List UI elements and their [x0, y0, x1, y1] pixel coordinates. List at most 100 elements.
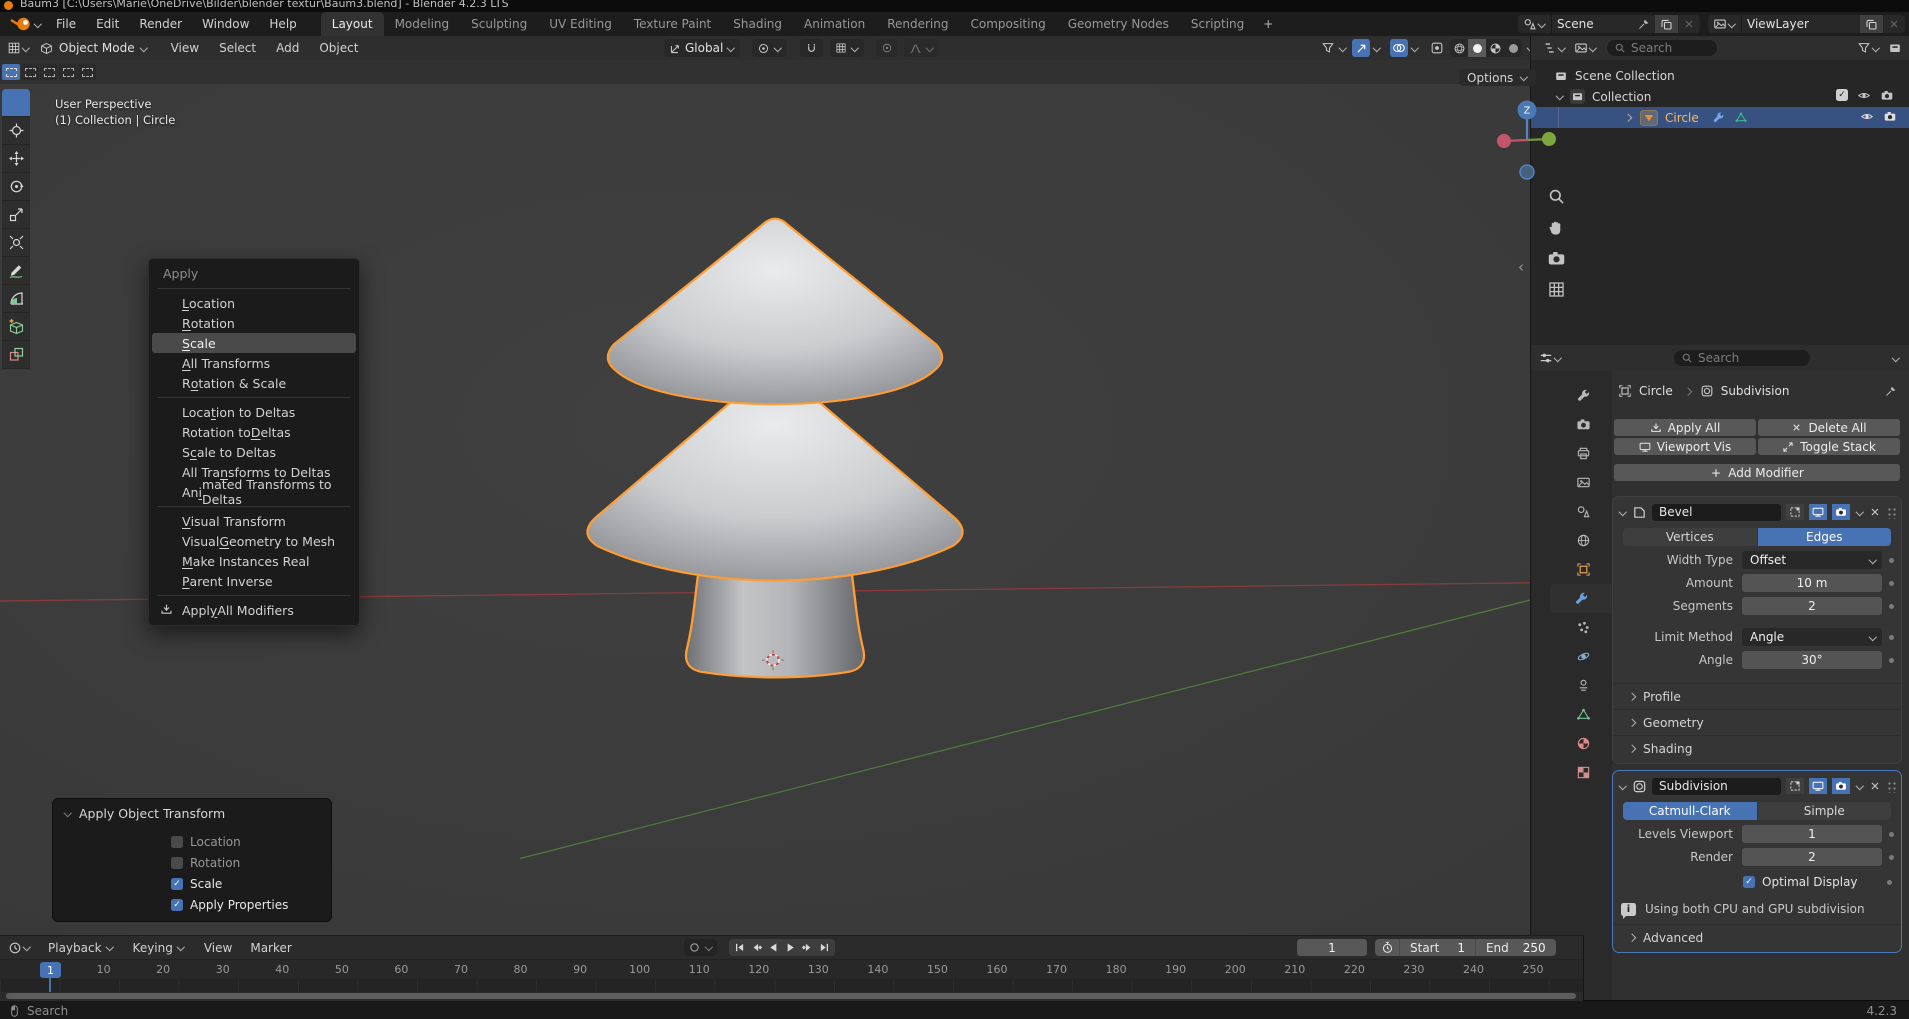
properties-tab-scene[interactable]: [1554, 497, 1612, 526]
timeline-tracks[interactable]: [0, 979, 1583, 992]
new-collection-icon[interactable]: [1888, 41, 1902, 55]
zoom-icon[interactable]: [1547, 187, 1566, 206]
menu-item-parent-inverse[interactable]: Parent Inverse: [152, 571, 356, 591]
properties-search-input[interactable]: Search: [1674, 350, 1810, 366]
render-display-toggle[interactable]: [1832, 504, 1850, 520]
snap-toggle[interactable]: [800, 39, 823, 57]
bevel-subpanel-shading[interactable]: Shading: [1613, 735, 1901, 761]
outliner-display-mode-icon[interactable]: [1574, 41, 1588, 55]
timeline-menu-view[interactable]: View: [195, 941, 241, 955]
properties-tab-texture[interactable]: [1554, 758, 1612, 787]
operator-option-location[interactable]: Location: [171, 831, 331, 852]
blender-logo-icon[interactable]: [10, 16, 32, 32]
workspace-tab-scripting[interactable]: Scripting: [1180, 12, 1255, 36]
gizmo-chevron-icon[interactable]: [1372, 44, 1381, 53]
subdivision-levels-viewport-field[interactable]: 1: [1742, 825, 1882, 843]
add-workspace-button[interactable]: +: [1255, 12, 1281, 36]
menubar-menu-window[interactable]: Window: [192, 17, 259, 31]
timeline-editor-icon[interactable]: [8, 941, 22, 955]
shading-solid-button[interactable]: [1468, 39, 1486, 57]
scene-type-button[interactable]: [1518, 15, 1551, 33]
viewport-menu-select[interactable]: Select: [209, 41, 266, 55]
realtime-display-toggle[interactable]: [1809, 504, 1827, 520]
sidebar-expand-arrow[interactable]: ‹: [1518, 258, 1524, 276]
menu-item-rotation-to-deltas[interactable]: Rotation to Deltas: [152, 422, 356, 442]
select-mode-subtract-button[interactable]: [40, 64, 58, 80]
object-visibility-dropdown[interactable]: [1316, 39, 1352, 57]
bevel-tab-edges[interactable]: Edges: [1757, 528, 1892, 546]
operator-option-apply-properties[interactable]: ✓Apply Properties: [171, 894, 331, 915]
location-checkbox[interactable]: [171, 836, 183, 848]
modifier-extras-chevron-icon[interactable]: [1855, 782, 1864, 791]
menu-item-scale-to-deltas[interactable]: Scale to Deltas: [152, 442, 356, 462]
camera-render-icon[interactable]: [1880, 89, 1894, 102]
properties-tab-tool[interactable]: [1554, 381, 1612, 410]
scene-name-field[interactable]: Scene: [1551, 15, 1632, 33]
viewport-menu-view[interactable]: View: [161, 41, 209, 55]
ortho-toggle-icon[interactable]: [1547, 280, 1566, 299]
select-mode-extend-button[interactable]: [21, 64, 39, 80]
properties-tab-render[interactable]: [1554, 410, 1612, 439]
workspace-tab-shading[interactable]: Shading: [722, 12, 793, 36]
animate-decorator-dot[interactable]: [1889, 832, 1894, 837]
object-expand-icon[interactable]: [1623, 113, 1632, 122]
mode-dropdown[interactable]: Object Mode: [59, 41, 135, 55]
timeline-scrollbar[interactable]: [6, 993, 1576, 999]
snap-target-dropdown[interactable]: [830, 39, 864, 57]
tool-transform[interactable]: [2, 229, 30, 257]
modifier-extras-chevron-icon[interactable]: [1855, 508, 1864, 517]
show-overlays-toggle[interactable]: [1390, 39, 1408, 57]
pan-hand-icon[interactable]: [1547, 218, 1566, 237]
menu-item-apply-all-modifiers[interactable]: Apply All Modifiers: [152, 600, 356, 620]
editor-type-icon[interactable]: [7, 41, 21, 55]
start-frame-field[interactable]: Start1: [1400, 939, 1476, 956]
add-modifier-button[interactable]: Add Modifier: [1614, 464, 1900, 481]
modifier-name-field[interactable]: Bevel: [1652, 504, 1781, 521]
properties-tab-constraints[interactable]: [1554, 671, 1612, 700]
current-frame-field[interactable]: 1: [1297, 939, 1367, 956]
workspace-tab-sculpting[interactable]: Sculpting: [460, 12, 538, 36]
transform-orientation-dropdown[interactable]: Global: [664, 39, 740, 57]
editmode-display-toggle[interactable]: [1786, 778, 1804, 794]
eye-icon[interactable]: [1857, 89, 1871, 102]
subdivision-render-field[interactable]: 2: [1742, 848, 1882, 866]
menu-item-all-transforms[interactable]: All Transforms: [152, 353, 356, 373]
camera-render-icon[interactable]: [1883, 110, 1897, 123]
outliner-filter-chevron-icon[interactable]: [1871, 44, 1880, 53]
viewport-menu-object[interactable]: Object: [309, 41, 368, 55]
menu-item-visual-transform[interactable]: Visual Transform: [152, 511, 356, 531]
close-icon[interactable]: [1869, 506, 1881, 518]
auto-keying-toggle[interactable]: [684, 939, 717, 956]
use-preview-range-icon[interactable]: [1375, 939, 1400, 956]
animate-decorator-dot[interactable]: [1889, 855, 1894, 860]
overlays-chevron-icon[interactable]: [1410, 44, 1419, 53]
workspace-tab-compositing[interactable]: Compositing: [959, 12, 1056, 36]
toggle-stack-button[interactable]: Toggle Stack: [1758, 438, 1900, 455]
workspace-tab-rendering[interactable]: Rendering: [876, 12, 959, 36]
animate-decorator-dot[interactable]: [1889, 581, 1894, 586]
subdivision-tab-catmull-clark[interactable]: Catmull-Clark: [1623, 802, 1757, 820]
tool-measure[interactable]: [2, 285, 30, 313]
pivot-point-dropdown[interactable]: [752, 39, 787, 57]
scale-checkbox[interactable]: ✓: [171, 878, 183, 890]
properties-tab-particles[interactable]: [1554, 613, 1612, 642]
close-icon[interactable]: [1869, 780, 1881, 792]
bevel-segments-field[interactable]: 2: [1742, 597, 1882, 615]
viewport-menu-add[interactable]: Add: [266, 41, 309, 55]
properties-tab-world[interactable]: [1554, 526, 1612, 555]
menu-item-rotation[interactable]: Rotation: [152, 313, 356, 333]
outliner-display-chevron-icon[interactable]: [1588, 44, 1597, 53]
shading-wireframe-button[interactable]: [1450, 39, 1468, 57]
operator-option-rotation[interactable]: Rotation: [171, 852, 331, 873]
properties-editor-chevron-icon[interactable]: [1553, 354, 1562, 363]
timeline-menu-playback[interactable]: Playback: [39, 941, 124, 955]
breadcrumb-object[interactable]: Circle: [1639, 384, 1673, 398]
tool-annotate[interactable]: [2, 257, 30, 285]
timeline-menu-marker[interactable]: Marker: [241, 941, 300, 955]
subdivision-tab-simple[interactable]: Simple: [1757, 802, 1892, 820]
menubar-menu-render[interactable]: Render: [129, 17, 192, 31]
render-display-toggle[interactable]: [1832, 778, 1850, 794]
properties-tab-modifiers[interactable]: [1550, 584, 1612, 613]
timeline-ruler[interactable]: 1020304050607080901001101201301401501601…: [0, 959, 1583, 980]
workspace-tab-animation[interactable]: Animation: [793, 12, 876, 36]
